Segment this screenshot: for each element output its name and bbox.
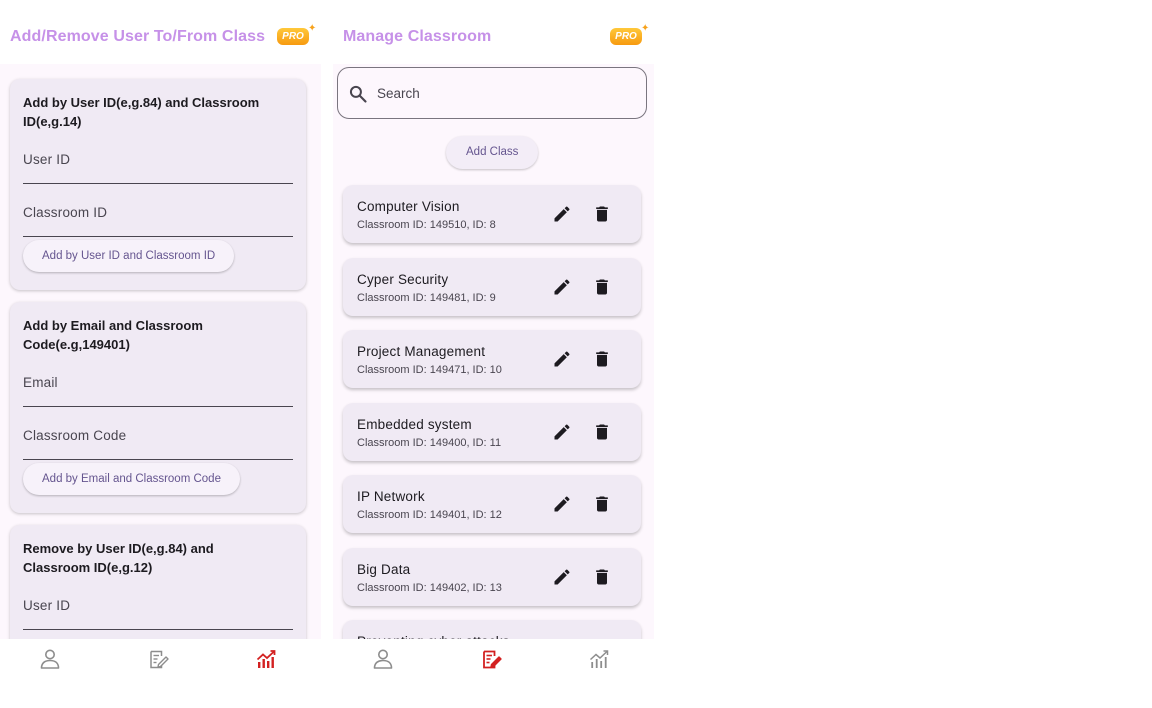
assignment-icon xyxy=(483,650,502,669)
class-detail: Classroom ID: 149400, ID: 11 xyxy=(357,436,502,449)
class-detail: Classroom ID: 149402, ID: 13 xyxy=(357,581,502,594)
add-by-email-card: Add by Email and Classroom Code(e.g,1494… xyxy=(10,302,306,513)
manage-classroom-screen: Manage Classroom PRO ✦ Add Class Compute… xyxy=(333,0,654,708)
delete-icon[interactable] xyxy=(592,494,612,514)
edit-icon[interactable] xyxy=(552,494,572,514)
edit-icon[interactable] xyxy=(552,567,572,587)
class-list: Computer Vision Classroom ID: 149510, ID:… xyxy=(343,185,641,639)
class-name: Project Management xyxy=(357,344,486,359)
search-input[interactable] xyxy=(377,69,637,117)
class-detail: Classroom ID: 149471, ID: 10 xyxy=(357,364,502,376)
classroom-id-field[interactable]: Classroom ID xyxy=(23,197,293,237)
class-detail: Classroom ID: 149510, ID: 8 xyxy=(357,219,496,231)
add-remove-user-screen: Add/Remove User To/From Class PRO ✦ Add … xyxy=(0,0,321,708)
analytics-icon xyxy=(256,650,276,668)
class-card[interactable]: Project Management Classroom ID: 149471, … xyxy=(343,330,641,388)
user-id-field[interactable]: User ID xyxy=(23,590,293,630)
class-name: Cyper Security xyxy=(357,271,449,287)
pro-badge-label: PRO xyxy=(610,28,642,45)
bottom-navigation xyxy=(333,639,654,679)
pro-badge[interactable]: PRO ✦ xyxy=(610,23,650,48)
nav-analytics[interactable] xyxy=(254,647,278,671)
class-detail: Classroom ID: 149481, ID: 9 xyxy=(357,291,496,304)
form-scroll-area[interactable]: Add by User ID(e,g.84) and Classroom ID(… xyxy=(0,64,321,639)
classroom-code-field[interactable]: Classroom Code xyxy=(23,420,293,460)
class-card[interactable]: IP Network Classroom ID: 149401, ID: 12 xyxy=(343,475,641,533)
delete-icon[interactable] xyxy=(592,277,612,297)
class-detail: Classroom ID: 149401, ID: 12 xyxy=(357,509,502,521)
assignment-icon xyxy=(150,650,169,669)
class-name: Embedded system xyxy=(357,416,472,432)
page-title: Manage Classroom xyxy=(343,28,492,45)
page-title: Add/Remove User To/From Class xyxy=(10,28,266,45)
field-label: Email xyxy=(23,375,58,390)
nav-profile[interactable] xyxy=(38,647,62,671)
add-by-user-id-card: Add by User ID(e,g.84) and Classroom ID(… xyxy=(10,79,306,290)
search-field[interactable] xyxy=(337,67,647,119)
sparkle-icon: ✦ xyxy=(641,23,650,34)
card-heading: Remove by User ID(e,g.84) and Classroom … xyxy=(23,541,214,575)
pro-badge[interactable]: PRO ✦ xyxy=(277,23,317,48)
class-name: Computer Vision xyxy=(357,199,460,214)
nav-analytics[interactable] xyxy=(587,647,611,671)
nav-assignments[interactable] xyxy=(479,647,503,671)
email-field[interactable]: Email xyxy=(23,367,293,407)
class-card[interactable]: Cyper Security Classroom ID: 149481, ID: … xyxy=(343,257,641,316)
class-name: Big Data xyxy=(357,561,411,577)
nav-assignments[interactable] xyxy=(146,647,170,671)
class-card[interactable]: Computer Vision Classroom ID: 149510, ID:… xyxy=(343,185,641,243)
delete-icon[interactable] xyxy=(592,567,612,587)
edit-icon[interactable] xyxy=(552,349,572,369)
profile-icon xyxy=(40,649,60,669)
classroom-scroll-area[interactable]: Add Class Computer Vision Classroom ID: 1… xyxy=(333,64,654,639)
field-label: User ID xyxy=(23,152,71,167)
analytics-icon xyxy=(589,650,609,668)
add-by-email-button[interactable]: Add by Email and Classroom Code xyxy=(23,463,240,495)
edit-icon[interactable] xyxy=(552,422,572,442)
card-heading: Add by Email and Classroom Code(e.g,1494… xyxy=(23,318,203,352)
field-label: Classroom ID xyxy=(23,205,108,220)
bottom-navigation xyxy=(0,639,321,679)
add-by-user-id-button[interactable]: Add by User ID and Classroom ID xyxy=(23,240,235,272)
search-icon xyxy=(349,85,367,103)
app-bar: Add/Remove User To/From Class PRO ✦ xyxy=(0,0,321,64)
pro-badge-label: PRO xyxy=(277,28,309,45)
add-class-button[interactable]: Add Class xyxy=(446,136,539,169)
class-name: IP Network xyxy=(357,489,425,504)
profile-icon xyxy=(373,649,393,669)
card-heading: Add by User ID(e,g.84) and Classroom ID(… xyxy=(23,95,260,129)
class-card[interactable]: Preventing cyber attacks xyxy=(343,620,641,639)
field-label: User ID xyxy=(23,598,71,613)
user-id-field[interactable]: User ID xyxy=(23,144,293,184)
edit-icon[interactable] xyxy=(552,277,572,297)
delete-icon[interactable] xyxy=(592,204,612,224)
class-card[interactable]: Big Data Classroom ID: 149402, ID: 13 xyxy=(343,547,641,606)
class-card[interactable]: Embedded system Classroom ID: 149400, ID:… xyxy=(343,402,641,461)
sparkle-icon: ✦ xyxy=(308,23,317,34)
app-bar: Manage Classroom PRO ✦ xyxy=(333,0,654,64)
remove-by-user-id-card: Remove by User ID(e,g.84) and Classroom … xyxy=(10,525,306,639)
delete-icon[interactable] xyxy=(592,349,612,369)
nav-profile[interactable] xyxy=(371,647,395,671)
edit-icon[interactable] xyxy=(552,204,572,224)
field-label: Classroom Code xyxy=(23,428,127,443)
delete-icon[interactable] xyxy=(592,422,612,442)
